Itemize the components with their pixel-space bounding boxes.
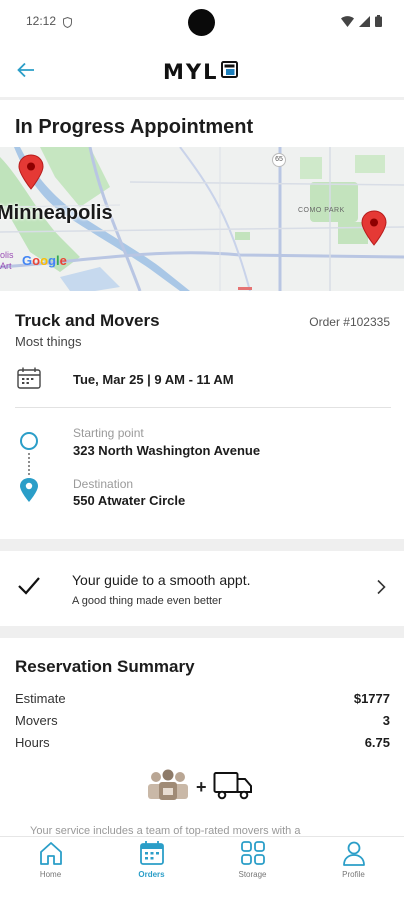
destination-address: 550 Atwater Circle bbox=[73, 493, 186, 508]
map-city-label: Minneapolis bbox=[0, 202, 113, 224]
home-icon bbox=[38, 840, 64, 871]
summary-row-movers: Movers 3 bbox=[15, 713, 390, 733]
map-poi-line2: Art bbox=[0, 261, 12, 271]
app-logo: MYL bbox=[163, 60, 238, 84]
destination-pin-icon bbox=[19, 477, 39, 508]
movers-plus-truck-illustration: + bbox=[146, 769, 253, 806]
arrow-left-icon bbox=[17, 62, 35, 83]
summary-row-label: Movers bbox=[15, 713, 58, 728]
logo-text: MYL bbox=[163, 60, 219, 84]
nav-label: Home bbox=[39, 870, 62, 879]
map-area-label: COMO PARK bbox=[298, 207, 345, 214]
summary-row-hours: Hours 6.75 bbox=[15, 735, 390, 755]
reservation-summary: Reservation Summary Estimate $1777 Mover… bbox=[0, 638, 404, 836]
person-icon bbox=[341, 840, 367, 871]
map-view[interactable]: 65 Minneapolis COMO PARK olis Art Google bbox=[0, 147, 404, 291]
grid-icon bbox=[240, 840, 266, 871]
highway-shield: 65 bbox=[272, 153, 286, 167]
back-button[interactable] bbox=[12, 58, 40, 86]
page-title: In Progress Appointment bbox=[15, 116, 254, 138]
checkmark-icon bbox=[17, 576, 41, 601]
section-separator bbox=[0, 539, 404, 551]
signal-icon bbox=[359, 14, 370, 32]
movers-team-icon bbox=[146, 769, 190, 806]
order-number: Order #102335 bbox=[309, 315, 390, 329]
scroll-content[interactable]: In Progress Appointment 65 Minneapolis C… bbox=[0, 103, 404, 836]
service-title: Truck and Movers bbox=[15, 311, 160, 330]
summary-title: Reservation Summary bbox=[15, 657, 195, 676]
summary-row-value: 3 bbox=[382, 713, 390, 728]
wifi-icon bbox=[341, 14, 354, 32]
status-time: 12:12 bbox=[26, 14, 57, 28]
start-map-pin-icon[interactable] bbox=[18, 154, 44, 195]
truck-icon bbox=[213, 770, 253, 805]
nav-item-storage[interactable]: Storage bbox=[202, 837, 303, 900]
destination-label: Destination bbox=[73, 477, 134, 491]
nav-label: Profile bbox=[342, 870, 365, 879]
start-label: Starting point bbox=[73, 426, 144, 440]
summary-row-label: Estimate bbox=[15, 691, 66, 706]
plus-sign: + bbox=[196, 777, 207, 797]
map-poi-line1: olis bbox=[0, 250, 14, 260]
start-address: 323 North Washington Avenue bbox=[73, 443, 261, 458]
divider bbox=[15, 407, 391, 408]
nav-item-profile[interactable]: Profile bbox=[303, 837, 404, 900]
map-poi-label: olis Art bbox=[0, 250, 14, 272]
camera-cutout bbox=[188, 9, 215, 36]
calendar-icon bbox=[17, 367, 41, 394]
summary-row-label: Hours bbox=[15, 735, 50, 750]
status-bar: 12:12 bbox=[0, 0, 404, 44]
battery-icon bbox=[375, 14, 382, 32]
route-dotted-line bbox=[28, 453, 30, 475]
google-logo: Google bbox=[22, 253, 67, 268]
logo-box-icon bbox=[220, 61, 238, 83]
appointment-datetime: Tue, Mar 25 | 9 AM - 11 AM bbox=[73, 372, 234, 387]
nav-label: Orders bbox=[138, 870, 165, 879]
service-description: Your service includes a team of top-rate… bbox=[30, 825, 301, 836]
destination-map-pin-icon[interactable] bbox=[361, 210, 387, 251]
nav-item-orders[interactable]: Orders bbox=[101, 837, 202, 900]
app-bar: MYL bbox=[0, 44, 404, 100]
summary-row-estimate: Estimate $1777 bbox=[15, 691, 390, 711]
bottom-navigation: Home Orders Storage Profile bbox=[0, 836, 404, 900]
calendar-icon bbox=[139, 840, 165, 871]
shield-icon bbox=[63, 15, 72, 33]
nav-label: Storage bbox=[238, 870, 267, 879]
order-details: Truck and Movers Most things Order #1023… bbox=[0, 291, 404, 541]
summary-row-value: $1777 bbox=[353, 691, 390, 706]
guide-subtitle: A good thing made even better bbox=[72, 595, 222, 607]
guide-link-row[interactable]: Your guide to a smooth appt. A good thin… bbox=[0, 552, 404, 626]
nav-item-home[interactable]: Home bbox=[0, 837, 101, 900]
service-subtitle: Most things bbox=[15, 334, 82, 349]
start-point-circle-icon bbox=[20, 432, 38, 450]
guide-title: Your guide to a smooth appt. bbox=[72, 572, 251, 588]
chevron-right-icon bbox=[376, 579, 386, 600]
summary-row-value: 6.75 bbox=[364, 735, 390, 750]
section-separator bbox=[0, 626, 404, 638]
